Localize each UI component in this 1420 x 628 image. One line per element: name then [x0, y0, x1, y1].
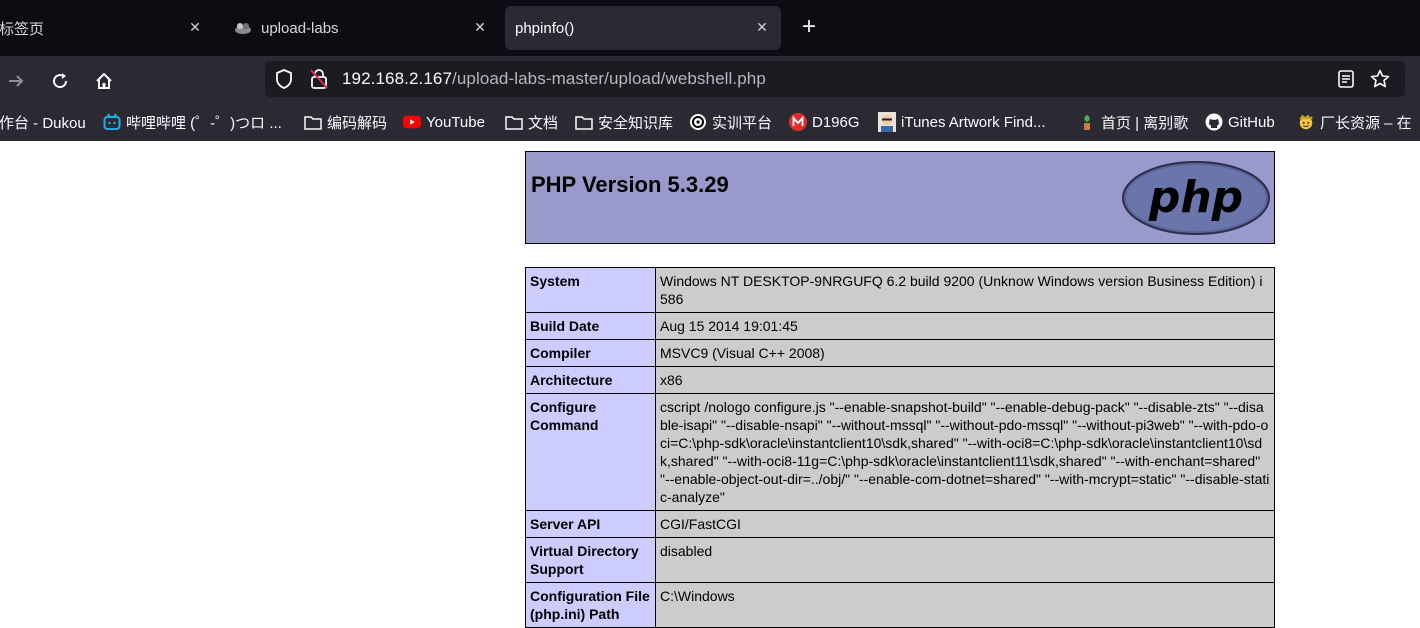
- insecure-lock-icon[interactable]: [309, 68, 329, 95]
- folder-icon: [575, 113, 593, 131]
- folder-icon: [304, 113, 322, 131]
- row-value: Aug 15 2014 19:01:45: [655, 312, 1275, 340]
- bookmark-label: YouTube: [426, 113, 485, 131]
- youtube-icon: [403, 113, 421, 131]
- nav-bar: 192.168.2.167/upload-labs-master/upload/…: [0, 56, 1420, 104]
- table-row: Virtual Directory Support disabled: [525, 537, 1275, 583]
- bookmark-youtube[interactable]: YouTube: [403, 112, 485, 132]
- bookmark-d196g[interactable]: D196G: [789, 112, 860, 132]
- browser-chrome: 新标签页 ✕ upload-labs ✕ phpinfo() ✕ +: [0, 0, 1420, 141]
- address-bar[interactable]: 192.168.2.167/upload-labs-master/upload/…: [265, 61, 1405, 97]
- bookmark-label: GitHub: [1228, 113, 1275, 131]
- tab-label: 新标签页: [0, 20, 45, 38]
- row-value: disabled: [655, 537, 1275, 583]
- table-row: Configure Command cscript /nologo configu…: [525, 393, 1275, 511]
- tab-phpinfo[interactable]: phpinfo() ✕: [505, 6, 781, 50]
- forward-icon[interactable]: [4, 69, 28, 93]
- table-row: Configuration File (php.ini) Path C:\Wind…: [525, 582, 1275, 628]
- folder-icon: [505, 113, 523, 131]
- row-key: Server API: [525, 510, 656, 538]
- url-path: /upload-labs-master/upload/webshell.php: [452, 69, 766, 88]
- bookmark-label: 哔哩哔哩 (゜-゜)つロ ...: [126, 114, 282, 132]
- close-icon[interactable]: ✕: [751, 16, 773, 38]
- table-row: Architecture x86: [525, 366, 1275, 394]
- table-row: Compiler MSVC9 (Visual C++ 2008): [525, 339, 1275, 367]
- bookmark-label: 首页 | 离别歌: [1101, 114, 1189, 132]
- github-icon: [1205, 113, 1223, 131]
- globe-icon: [233, 21, 253, 35]
- bookmark-training[interactable]: 实训平台: [689, 112, 772, 132]
- row-key: Build Date: [525, 312, 656, 340]
- row-key: Configure Command: [525, 393, 656, 511]
- row-value: cscript /nologo configure.js "--enable-s…: [655, 393, 1275, 511]
- php-logo-icon: php: [1121, 160, 1271, 241]
- table-row: System Windows NT DESKTOP-9NRGUFQ 6.2 bui…: [525, 267, 1275, 313]
- bookmark-label: D196G: [812, 113, 860, 131]
- m-icon: [789, 113, 807, 131]
- row-key: Compiler: [525, 339, 656, 367]
- bookmark-label: 安全知识库: [598, 114, 674, 132]
- table-row: Server API CGI/FastCGI: [525, 510, 1275, 538]
- tab-label: phpinfo(): [515, 19, 575, 37]
- plant-icon: [1078, 113, 1096, 131]
- phpinfo-header: PHP Version 5.3.29 php: [525, 151, 1275, 244]
- bookmark-itunes[interactable]: iTunes Artwork Find...: [878, 112, 1046, 132]
- row-key: System: [525, 267, 656, 313]
- bookmark-label: 厂长资源 – 在: [1320, 114, 1412, 132]
- tab-bar: 新标签页 ✕ upload-labs ✕ phpinfo() ✕ +: [0, 0, 1420, 56]
- tab-new-tab[interactable]: 新标签页 ✕: [0, 6, 214, 50]
- row-value: x86: [655, 366, 1275, 394]
- bookmark-folder-docs[interactable]: 文档: [505, 112, 558, 132]
- reader-view-icon[interactable]: [1337, 70, 1355, 93]
- bookmark-label: 编码解码: [327, 114, 388, 132]
- close-icon[interactable]: ✕: [469, 16, 491, 38]
- training-icon: [689, 113, 707, 131]
- page-content: PHP Version 5.3.29 php System Windows NT …: [0, 141, 1420, 628]
- bookmark-star-icon[interactable]: [1370, 69, 1390, 94]
- url-host: 192.168.2.167: [342, 69, 453, 88]
- row-value: C:\Windows: [655, 582, 1275, 628]
- row-value: MSVC9 (Visual C++ 2008): [655, 339, 1275, 367]
- shield-icon[interactable]: [275, 69, 293, 94]
- emoji-icon: [1297, 113, 1315, 131]
- bookmarks-toolbar: 工作台 - Dukou 哔哩哔哩 (゜-゜)つロ ... 编码解码 YouTub…: [0, 104, 1420, 141]
- avatar-icon: [878, 112, 896, 132]
- bookmark-label: 实训平台: [712, 114, 773, 132]
- bookmark-changzhang[interactable]: 厂长资源 – 在: [1297, 112, 1412, 132]
- home-icon[interactable]: [92, 69, 116, 93]
- bookmark-label: 工作台 - Dukou: [0, 114, 86, 132]
- phpinfo-table: System Windows NT DESKTOP-9NRGUFQ 6.2 bui…: [525, 267, 1275, 628]
- tab-label: upload-labs: [261, 19, 339, 37]
- close-icon[interactable]: ✕: [184, 16, 206, 38]
- bookmark-label: 文档: [528, 114, 559, 132]
- bookmark-dukou[interactable]: 工作台 - Dukou: [0, 112, 86, 132]
- svg-text:php: php: [1148, 172, 1243, 223]
- url-text[interactable]: 192.168.2.167/upload-labs-master/upload/…: [342, 69, 766, 89]
- bilibili-icon: [103, 113, 121, 131]
- bookmark-bilibili[interactable]: 哔哩哔哩 (゜-゜)つロ ...: [103, 112, 282, 132]
- bookmark-libiege[interactable]: 首页 | 离别歌: [1078, 112, 1188, 132]
- bookmark-folder-encode[interactable]: 编码解码: [304, 112, 387, 132]
- row-value: CGI/FastCGI: [655, 510, 1275, 538]
- row-key: Architecture: [525, 366, 656, 394]
- bookmark-github[interactable]: GitHub: [1205, 112, 1275, 132]
- bookmark-folder-security[interactable]: 安全知识库: [575, 112, 673, 132]
- row-key: Configuration File (php.ini) Path: [525, 582, 656, 628]
- table-row: Build Date Aug 15 2014 19:01:45: [525, 312, 1275, 340]
- tab-upload-labs[interactable]: upload-labs ✕: [227, 6, 499, 50]
- new-tab-button[interactable]: +: [796, 14, 822, 40]
- page-title: PHP Version 5.3.29: [531, 172, 729, 197]
- reload-icon[interactable]: [48, 69, 72, 93]
- row-key: Virtual Directory Support: [525, 537, 656, 583]
- bookmark-label: iTunes Artwork Find...: [901, 113, 1046, 131]
- row-value: Windows NT DESKTOP-9NRGUFQ 6.2 build 920…: [655, 267, 1275, 313]
